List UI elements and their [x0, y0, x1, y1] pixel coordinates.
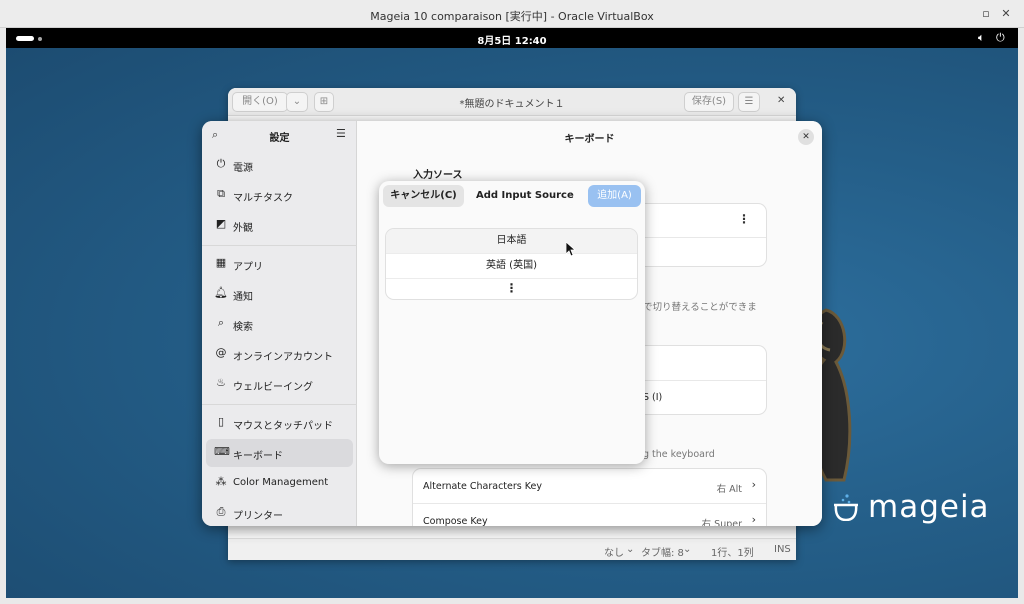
power-icon: ⏻	[216, 157, 226, 170]
editor-headerbar: 開く(O) ⌄ ⊞ *無題のドキュメント１ 保存(S) ☰ ✕	[228, 88, 796, 116]
sidebar-item-wellbeing[interactable]: ♨ ウェルビーイング	[206, 370, 353, 398]
sidebar-header: ⌕ 設定 ☰	[202, 121, 357, 149]
special-keys-description: g the keyboard	[643, 449, 715, 460]
input-sources-heading: 入力ソース	[413, 170, 463, 181]
keyboard-icon: ⌨	[214, 445, 230, 458]
sidebar-item-search[interactable]: ⌕ 検索	[206, 310, 353, 338]
sidebar-item-label: マウスとタッチパッド	[233, 421, 333, 432]
compose-key-row[interactable]: Compose Key 右 Super ›	[413, 504, 766, 526]
apps-icon: ▦	[215, 256, 227, 269]
settings-sidebar: ⌕ 設定 ☰ ⏻ 電源 ⧉ マルチタスク ◩ 外観 ▦ アプリ 🔔︎ 通知 ⌕ …	[202, 121, 357, 526]
alternate-characters-row[interactable]: Alternate Characters Key 右 Alt ›	[413, 469, 766, 503]
sidebar-item-label: 検索	[233, 322, 253, 333]
sidebar-item-keyboard[interactable]: ⌨ キーボード	[206, 439, 353, 467]
close-icon[interactable]: ✕	[777, 95, 785, 106]
sidebar-divider	[202, 404, 357, 405]
chevron-right-icon: ›	[751, 513, 756, 526]
special-keys-card: Alternate Characters Key 右 Alt › Compose…	[413, 469, 766, 526]
power-icon[interactable]: ⏻	[996, 31, 1005, 45]
sidebar-item-label: マルチタスク	[233, 193, 293, 204]
close-icon[interactable]: ✕	[798, 129, 814, 145]
input-source-list: 日本語 英語 (英国) ⋮	[386, 229, 637, 299]
mouse-pointer-icon	[566, 242, 576, 257]
printer-icon: ⎙	[216, 505, 226, 518]
add-button[interactable]: 追加(A)	[588, 185, 641, 207]
sidebar-item-printers[interactable]: ⎙ プリンター	[206, 499, 353, 526]
sidebar-item-appearance[interactable]: ◩ 外観	[206, 211, 353, 239]
multitask-icon: ⧉	[217, 187, 225, 200]
sidebar-item-label: キーボード	[233, 451, 283, 462]
mouse-icon: ▯	[217, 415, 225, 428]
sidebar-item-label: ウェルビーイング	[233, 382, 313, 393]
list-item-japanese[interactable]: 日本語	[386, 229, 637, 253]
syntax-selector[interactable]: なし	[604, 544, 624, 559]
wellbeing-icon: ♨	[216, 376, 226, 389]
row-value: 右 Super	[701, 519, 742, 526]
sidebar-item-label: 電源	[233, 163, 253, 174]
list-item-english-uk[interactable]: 英語 (英国)	[386, 254, 637, 278]
appearance-icon: ◩	[215, 217, 227, 230]
chevron-down-icon: ⌄	[626, 544, 635, 555]
sidebar-item-power[interactable]: ⏻ 電源	[206, 151, 353, 179]
top-bar: 8月5日 12:40 🔈︎ ⏻	[6, 28, 1018, 48]
guest-desktop: 8月5日 12:40 🔈︎ ⏻ mageia 開く(O) ⌄ ⊞ *無題のドキュ…	[6, 28, 1018, 598]
sidebar-item-mouse[interactable]: ▯ マウスとタッチパッド	[206, 409, 353, 437]
chevron-down-icon: ⌄	[683, 544, 692, 555]
chevron-right-icon: ›	[751, 478, 756, 491]
sidebar-item-label: プリンター	[233, 511, 283, 522]
sidebar-item-color-management[interactable]: ⁂ Color Management	[206, 469, 353, 497]
sidebar-item-label: オンラインアカウント	[233, 352, 333, 363]
sidebar-item-label: 通知	[233, 292, 253, 303]
tab-width-selector[interactable]: タブ幅: 8	[641, 544, 684, 559]
more-icon[interactable]: ⋮	[738, 212, 750, 226]
row-value: 右 Alt	[716, 484, 742, 495]
sidebar-item-multitask[interactable]: ⧉ マルチタスク	[206, 181, 353, 209]
close-icon[interactable]: ✕	[999, 7, 1013, 21]
page-title: キーボード	[564, 134, 615, 145]
row-label: Compose Key	[423, 516, 488, 526]
restore-icon[interactable]: ▫	[979, 7, 993, 21]
clock[interactable]: 8月5日 12:40	[6, 32, 1018, 47]
color-icon: ⁂	[215, 475, 227, 488]
hamburger-menu-icon[interactable]: ☰	[738, 92, 760, 112]
insert-mode: INS	[774, 544, 791, 555]
sidebar-item-label: Color Management	[233, 477, 329, 488]
more-icon[interactable]: ⋮	[386, 276, 637, 299]
row-label: Alternate Characters Key	[423, 481, 542, 492]
host-titlebar: Mageia 10 comparaison [実行中] - Oracle Vir…	[0, 0, 1024, 28]
cursor-position: 1行、1列	[711, 548, 754, 559]
switch-description: で切り替えることができま	[643, 302, 757, 313]
editor-statusbar: なし ⌄ タブ幅: 8 ⌄ 1行、1列 INS	[228, 538, 796, 560]
sidebar-item-apps[interactable]: ▦ アプリ	[206, 250, 353, 278]
cancel-button[interactable]: キャンセル(C)	[383, 185, 464, 207]
save-button[interactable]: 保存(S)	[684, 92, 734, 112]
hamburger-menu-icon[interactable]: ☰	[336, 127, 346, 140]
sidebar-item-online-accounts[interactable]: @ オンラインアカウント	[206, 340, 353, 368]
bell-icon: 🔔︎	[214, 286, 228, 299]
sidebar-item-label: アプリ	[233, 262, 263, 273]
sidebar-divider	[202, 245, 357, 246]
sidebar-title: 設定	[269, 133, 290, 144]
volume-icon[interactable]: 🔈︎	[978, 31, 985, 45]
dialog-title: Add Input Source	[476, 190, 574, 201]
mageia-logo-icon	[834, 494, 858, 521]
sidebar-item-notifications[interactable]: 🔔︎ 通知	[206, 280, 353, 308]
search-icon: ⌕	[217, 316, 225, 329]
sidebar-item-label: 外観	[233, 223, 253, 234]
mageia-logo-text: mageia	[868, 489, 990, 525]
add-input-source-dialog: キャンセル(C) Add Input Source 追加(A) 日本語 英語 (…	[379, 181, 645, 464]
host-window-title: Mageia 10 comparaison [実行中] - Oracle Vir…	[370, 10, 654, 23]
shortcut-value[interactable]: S (I)	[643, 392, 662, 403]
at-icon: @	[215, 346, 227, 359]
